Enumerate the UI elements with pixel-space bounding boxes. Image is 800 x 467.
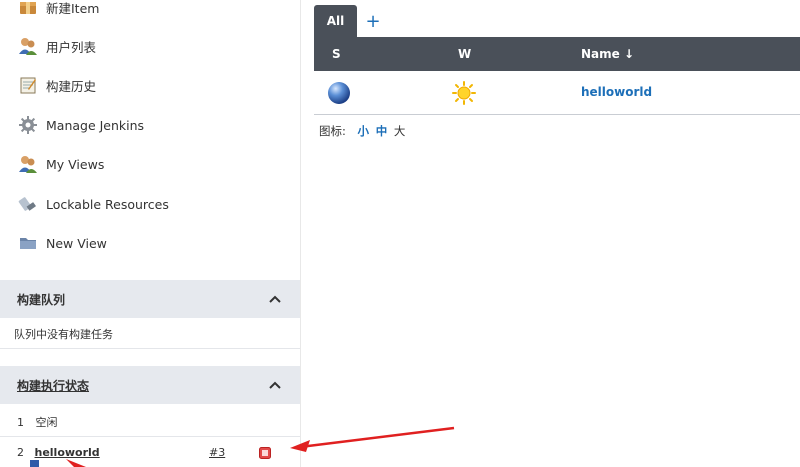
column-name[interactable]: Name ↓ <box>581 37 634 71</box>
build-queue-empty: 队列中没有构建任务 <box>14 328 113 341</box>
build-queue-title: 构建队列 <box>17 292 66 307</box>
executor-progress-bar <box>30 460 82 467</box>
divider <box>0 436 300 437</box>
chevron-up-icon[interactable] <box>268 292 282 306</box>
build-queue-header: 构建队列 <box>0 280 300 318</box>
stop-build-icon[interactable] <box>259 447 271 462</box>
executor-job-link[interactable]: helloworld <box>35 446 100 459</box>
jobs-table-header: S W Name ↓ <box>314 37 800 71</box>
usb-icon <box>17 193 39 215</box>
add-view-button[interactable]: + <box>363 10 383 32</box>
sidebar-item-label: New View <box>46 235 107 251</box>
sidebar-item-manage-jenkins[interactable]: Manage Jenkins <box>17 112 144 138</box>
icon-size-selector: 图标: 小 中 大 <box>319 123 405 139</box>
icon-size-medium[interactable]: 中 <box>376 124 388 138</box>
sidebar-item-label: 新建Item <box>46 0 100 16</box>
column-weather[interactable]: W <box>458 37 471 71</box>
sidebar: 新建Item 用户列表 构建历史 Manage Jenkins My Views… <box>0 0 300 467</box>
chevron-up-icon[interactable] <box>268 378 282 392</box>
sidebar-item-label: 构建历史 <box>46 78 97 94</box>
executor-build-link[interactable]: #3 <box>209 446 225 459</box>
executor-row: 2 helloworld #3 <box>17 446 287 459</box>
arrow-annotation <box>290 426 455 452</box>
sidebar-item-lockable-resources[interactable]: Lockable Resources <box>17 191 169 217</box>
executor-index: 2 <box>17 446 24 459</box>
job-link-helloworld[interactable]: helloworld <box>581 85 652 99</box>
folder-icon <box>17 232 39 254</box>
sidebar-item-label: My Views <box>46 156 105 172</box>
executors-title[interactable]: 构建执行状态 <box>17 377 89 394</box>
divider <box>0 348 300 349</box>
sidebar-item-label: Lockable Resources <box>46 196 169 212</box>
blue-ball-icon <box>327 81 351 105</box>
sidebar-item-label: Manage Jenkins <box>46 117 145 133</box>
executor-progress-fill <box>30 460 39 467</box>
column-status[interactable]: S <box>332 37 341 71</box>
icon-size-large: 大 <box>393 124 406 138</box>
tab-all[interactable]: All <box>314 5 357 37</box>
sunny-icon <box>452 81 476 105</box>
table-row: helloworld <box>314 71 800 115</box>
sidebar-item-new-item[interactable]: 新建Item <box>17 0 99 20</box>
divider <box>300 0 301 467</box>
gear-icon <box>17 114 39 136</box>
executor-index: 1 <box>17 416 24 429</box>
sidebar-item-new-view[interactable]: New View <box>17 230 107 256</box>
new-item-icon <box>17 0 39 18</box>
icon-size-small[interactable]: 小 <box>358 124 370 138</box>
sidebar-item-build-history[interactable]: 构建历史 <box>17 72 96 98</box>
executors-header: 构建执行状态 <box>0 366 300 404</box>
icon-size-label: 图标: <box>319 124 346 138</box>
users-icon <box>17 35 39 57</box>
executor-row: 1 空闲 <box>17 414 58 430</box>
sidebar-item-label: 用户列表 <box>46 39 97 55</box>
sidebar-item-users[interactable]: 用户列表 <box>17 33 96 59</box>
sidebar-item-my-views[interactable]: My Views <box>17 151 104 177</box>
executor-status: 空闲 <box>35 416 58 429</box>
users-icon <box>17 153 39 175</box>
notepad-icon <box>17 74 39 96</box>
